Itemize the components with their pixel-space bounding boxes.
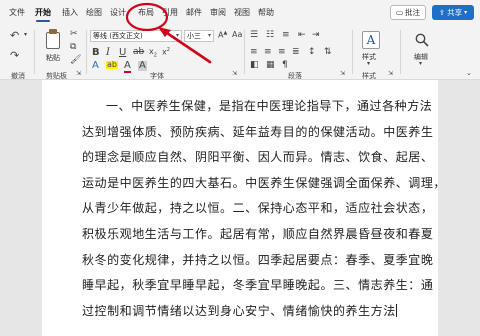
- share-button[interactable]: ⇪ 共享 ▾: [432, 5, 474, 20]
- font-name-select[interactable]: 等线 (西文正文) ▾: [90, 30, 182, 42]
- paste-button[interactable]: 粘贴: [46, 53, 60, 63]
- text-cursor: [395, 303, 397, 317]
- chevron-down-icon[interactable]: ⌄: [466, 70, 472, 77]
- align-left-icon[interactable]: ≡: [250, 48, 258, 57]
- dialog-launcher-icon[interactable]: ⇲: [76, 71, 81, 77]
- styles-gallery-icon[interactable]: A: [362, 31, 380, 49]
- font-color-icon[interactable]: A: [124, 61, 131, 73]
- tab-view[interactable]: 视图: [234, 7, 250, 18]
- tab-design[interactable]: 设计: [110, 7, 126, 18]
- tab-file[interactable]: 文件: [9, 7, 25, 18]
- undo-icon[interactable]: ↶: [10, 30, 19, 41]
- highlight-icon[interactable]: ab: [106, 61, 118, 69]
- clipboard-clip-icon: [49, 29, 57, 34]
- tab-draw[interactable]: 绘图: [86, 7, 102, 18]
- share-icon: ⇪: [438, 8, 446, 17]
- chevron-down-icon: ▾: [207, 32, 211, 39]
- numbering-icon[interactable]: ☷: [266, 31, 274, 40]
- document-line: 睡早起，秋季宜早睡早起，冬季宜早睡晚起。三、情志养生：通: [82, 278, 434, 293]
- document-body[interactable]: 一、中医养生保健，是指在中医理论指导下，通过各种方法 达到增强体质、预防疾病、延…: [82, 94, 446, 325]
- align-right-icon[interactable]: ≡: [278, 48, 286, 57]
- chevron-down-icon[interactable]: ▾: [419, 61, 422, 67]
- document-line: 达到增强体质、预防疾病、延年益寿目的的保健活动。中医养生: [82, 124, 434, 139]
- strikethrough-icon[interactable]: ab: [133, 48, 144, 57]
- share-label: 共享: [447, 8, 463, 17]
- document-line: 一、中医养生保健，是指在中医理论指导下，通过各种方法: [106, 99, 433, 113]
- divider: [86, 30, 87, 74]
- copy-icon[interactable]: ⧉: [70, 43, 76, 52]
- subscript-icon[interactable]: x2: [149, 48, 157, 59]
- chevron-down-icon[interactable]: ▾: [367, 61, 370, 67]
- divider: [400, 30, 401, 74]
- chevron-down-icon[interactable]: ▾: [24, 32, 27, 38]
- format-painter-icon[interactable]: 🖌: [70, 56, 81, 65]
- tab-home[interactable]: 开始: [35, 7, 51, 18]
- line-spacing-icon[interactable]: ↕: [308, 48, 316, 57]
- change-case-icon[interactable]: Aa: [232, 31, 242, 39]
- sort-icon[interactable]: ⇅: [324, 48, 332, 57]
- document-canvas: 一、中医养生保健，是指在中医理论指导下，通过各种方法 达到增强体质、预防疾病、延…: [0, 80, 480, 336]
- font-size-select[interactable]: 小三 ▾: [184, 30, 214, 42]
- text-effects-icon[interactable]: A: [92, 61, 99, 71]
- chevron-down-icon: ▾: [464, 9, 468, 16]
- document-line: 运动是中医养生的四大基石。中医养生保健强调全面保养、调理，: [82, 175, 446, 190]
- dialog-launcher-icon[interactable]: ⇲: [340, 71, 345, 77]
- divider: [352, 30, 353, 74]
- show-marks-icon[interactable]: ¶: [282, 61, 288, 70]
- document-line: 积极乐观地生活与工作。起居有常，顺应自然界晨昏昼夜和春夏: [82, 226, 434, 241]
- redo-icon[interactable]: ↷: [10, 50, 19, 61]
- document-line: 秋冬的变化规律，并持之以恒。四季起居要点：春季、夏季宜晚: [82, 252, 434, 267]
- divider: [244, 30, 245, 74]
- divider: [34, 30, 35, 74]
- document-page[interactable]: 一、中医养生保健，是指在中医理论指导下，通过各种方法 达到增强体质、预防疾病、延…: [42, 80, 446, 336]
- font-size-value: 小三: [187, 32, 201, 40]
- chevron-down-icon: ▾: [175, 32, 179, 39]
- grow-font-icon[interactable]: A▲: [218, 31, 227, 40]
- underline-icon[interactable]: U: [119, 48, 126, 58]
- document-last-line: 过控制和调节情绪以达到身心安宁、情绪愉快的养生方法: [82, 299, 397, 325]
- ribbon: ↶ ▾ ↷ 撤消 粘贴 ✂ ⧉ 🖌 剪贴板 ⇲ 等线 (西文正文) ▾ 小三 ▾…: [0, 26, 480, 80]
- justify-icon[interactable]: ≣: [292, 48, 300, 57]
- editing-icon[interactable]: [414, 32, 430, 48]
- paste-icon[interactable]: [46, 32, 60, 49]
- active-tab-indicator: [36, 20, 50, 22]
- borders-icon[interactable]: ▦: [266, 61, 275, 70]
- comment-icon: ▭: [395, 8, 404, 17]
- align-center-icon[interactable]: ≡: [264, 48, 272, 57]
- cut-icon[interactable]: ✂: [70, 30, 78, 39]
- character-shading-icon[interactable]: A: [138, 61, 147, 71]
- superscript-icon[interactable]: x2: [162, 48, 170, 57]
- multilevel-list-icon[interactable]: ≡: [282, 31, 290, 40]
- decrease-indent-icon[interactable]: ⇤: [298, 31, 306, 40]
- tab-references[interactable]: 引用: [162, 7, 178, 18]
- tab-review[interactable]: 审阅: [210, 7, 226, 18]
- comment-button[interactable]: ▭ 批注: [390, 5, 426, 20]
- increase-indent-icon[interactable]: ⇥: [312, 31, 320, 40]
- tab-layout[interactable]: 布局: [138, 7, 154, 18]
- document-line: 从青少年做起，持之以恒。二、保持心态平和，适应社会状态，: [82, 201, 434, 216]
- tab-mailings[interactable]: 邮件: [186, 7, 202, 18]
- shading-icon[interactable]: ◧: [250, 61, 259, 70]
- document-line: 过控制和调节情绪以达到身心安宁、情绪愉快的养生方法: [82, 303, 396, 318]
- dialog-launcher-icon[interactable]: ⇲: [388, 71, 393, 77]
- document-line: 的理念是顺应自然、阴阳平衡、因人而异。情志、饮食、起居、: [82, 150, 434, 165]
- tab-insert[interactable]: 插入: [62, 7, 78, 18]
- font-name-value: 等线 (西文正文): [93, 32, 143, 40]
- tab-help[interactable]: 帮助: [258, 7, 274, 18]
- bullets-icon[interactable]: ☰: [250, 31, 258, 40]
- dialog-launcher-icon[interactable]: ⇲: [232, 71, 237, 77]
- comment-label: 批注: [405, 8, 421, 17]
- menu-bar: 文件 开始 插入 绘图 设计 布局 引用 邮件 审阅 视图 帮助 ▭ 批注 ⇪ …: [0, 0, 480, 26]
- italic-icon[interactable]: I: [106, 48, 110, 58]
- bold-icon[interactable]: B: [92, 48, 100, 58]
